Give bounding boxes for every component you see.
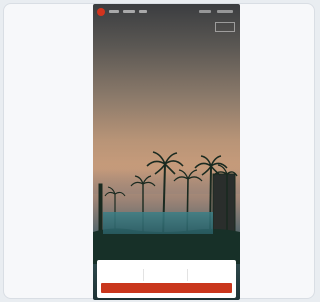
top-nav: [93, 4, 240, 20]
hotel-homepage-screenshot: [93, 4, 240, 300]
award-badge: [215, 22, 235, 32]
pool-water: [103, 212, 213, 234]
destination-field[interactable]: [100, 269, 144, 281]
search-button[interactable]: [101, 283, 232, 293]
nav-link[interactable]: [109, 10, 119, 13]
palm-trees-illustration: [93, 151, 240, 264]
dates-field[interactable]: [144, 269, 188, 281]
brand-logo-icon[interactable]: [97, 8, 105, 16]
booking-panel: [97, 260, 236, 298]
nav-link[interactable]: [139, 10, 147, 13]
nav-right-link[interactable]: [217, 10, 233, 13]
nav-link[interactable]: [123, 10, 135, 13]
nav-right-link[interactable]: [199, 10, 211, 13]
guests-field[interactable]: [188, 269, 232, 281]
